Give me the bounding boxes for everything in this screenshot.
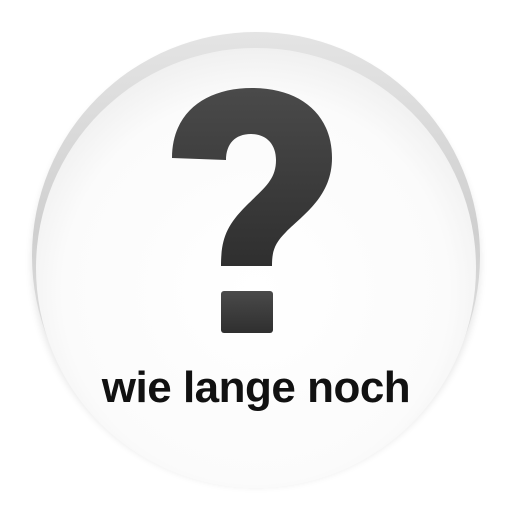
app-icon[interactable]: wie lange noch (0, 0, 512, 512)
app-title: wie lange noch (101, 363, 411, 412)
icon-badge (32, 32, 480, 488)
